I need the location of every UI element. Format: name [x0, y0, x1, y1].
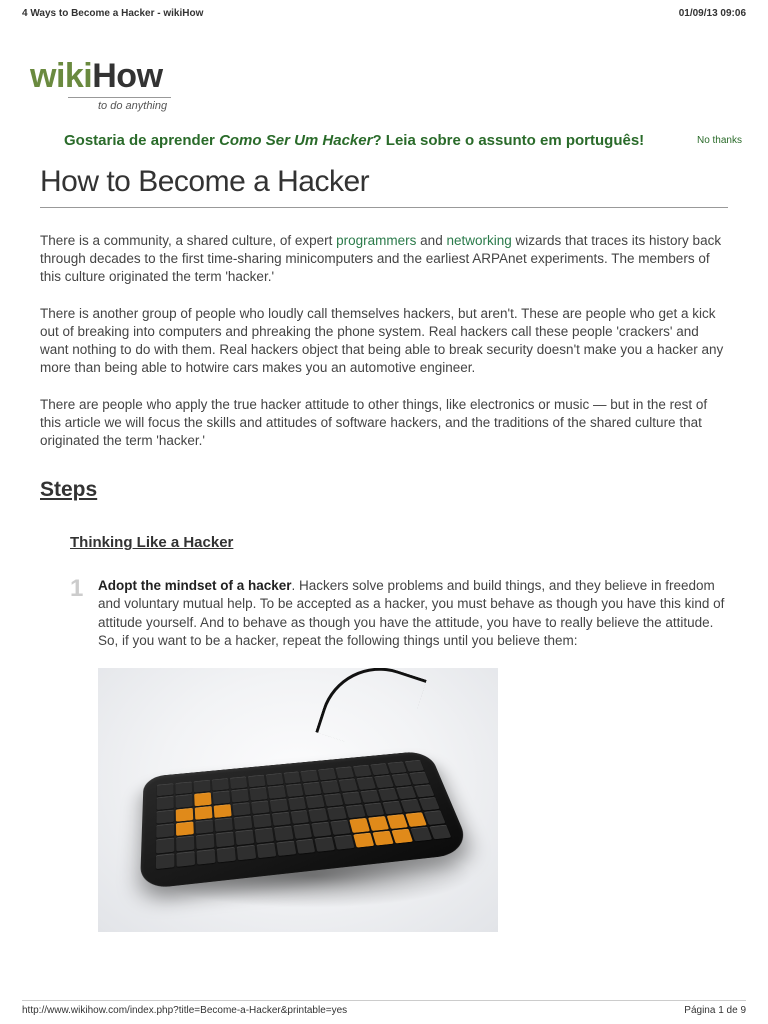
intro-paragraph-2: There is another group of people who lou… — [40, 305, 728, 378]
step-bold: Adopt the mindset of a hacker — [98, 578, 292, 593]
banner-text[interactable]: Gostaria de aprender Como Ser Um Hacker?… — [64, 132, 644, 149]
steps-heading: Steps — [40, 478, 728, 502]
intro-text: There is a community, a shared culture, … — [40, 232, 728, 450]
logo-part-wiki: wiki — [30, 57, 92, 95]
language-banner: Gostaria de aprender Como Ser Um Hacker?… — [22, 132, 746, 149]
link-networking[interactable]: networking — [446, 233, 511, 248]
footer-url: http://www.wikihow.com/index.php?title=B… — [22, 1005, 347, 1016]
no-thanks-link[interactable]: No thanks — [697, 135, 742, 146]
intro-paragraph-1: There is a community, a shared culture, … — [40, 232, 728, 287]
doc-title: 4 Ways to Become a Hacker - wikiHow — [22, 8, 203, 19]
step-body: Adopt the mindset of a hacker. Hackers s… — [98, 577, 728, 650]
subsection-heading: Thinking Like a Hacker — [70, 534, 746, 551]
footer-page: Página 1 de 9 — [684, 1005, 746, 1016]
link-programmers[interactable]: programmers — [336, 233, 416, 248]
step-number: 1 — [70, 577, 98, 650]
doc-datetime: 01/09/13 09:06 — [679, 8, 746, 19]
step-image-keyboard — [98, 668, 498, 932]
logo-part-how: How — [92, 57, 162, 95]
article-title: How to Become a Hacker — [40, 165, 746, 199]
print-footer: http://www.wikihow.com/index.php?title=B… — [22, 1000, 746, 1016]
print-header: 4 Ways to Become a Hacker - wikiHow 01/0… — [0, 0, 768, 23]
wikihow-logo[interactable]: wikiHow to do anything — [30, 57, 746, 114]
intro-paragraph-3: There are people who apply the true hack… — [40, 396, 728, 451]
title-divider — [40, 207, 728, 208]
logo-tagline: to do anything — [68, 97, 171, 112]
step-1: 1 Adopt the mindset of a hacker. Hackers… — [70, 577, 728, 650]
